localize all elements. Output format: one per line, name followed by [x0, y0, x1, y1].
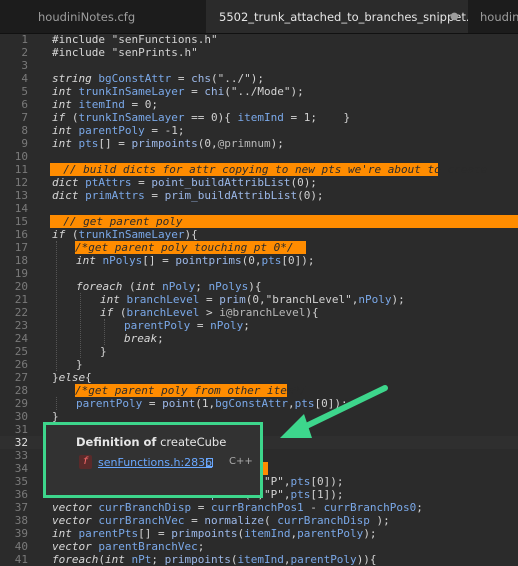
popup-heading: Definition of — [76, 435, 157, 449]
line-number: 18 — [14, 254, 28, 267]
line-number: 15 — [14, 215, 28, 228]
line-number: 21 — [14, 293, 28, 306]
line-number-current: 32 — [14, 436, 28, 449]
code-line: dict primAttrs = prim_buildAttribList(0)… — [52, 189, 324, 202]
code-line: break; — [124, 332, 164, 345]
line-number: 38 — [14, 514, 28, 527]
line-number: 1 — [21, 33, 28, 46]
code-line: vector currBranchVec = normalize( currBr… — [52, 514, 390, 527]
line-number: 41 — [14, 553, 28, 566]
line-number: 7 — [21, 111, 28, 124]
line-number: 36 — [14, 488, 28, 501]
code-line: vector currBranchDisp = currBranchPos1 -… — [52, 501, 423, 514]
language-label: C++ — [229, 456, 253, 467]
highlighted-comment: // build dicts for attr copying to new p… — [50, 163, 488, 176]
line-number: 34 — [14, 462, 28, 475]
line-number: 39 — [14, 527, 28, 540]
code-line: int pts[] = primpoints(0,@primnum); — [52, 137, 284, 150]
highlighted-comment: // get parent poly — [50, 215, 518, 228]
code-line: int itemInd = 0; — [52, 98, 158, 111]
code-line: int parentPoly = -1; — [52, 124, 185, 137]
tab-label: 5502_trunk_attached_to_branches_snippet.… — [219, 10, 468, 24]
code-line: #include "senPrints.h" — [52, 46, 198, 59]
line-number: 30 — [14, 410, 28, 423]
code-line: parentPoly = nPoly; — [124, 319, 250, 332]
code-line: } — [76, 358, 83, 371]
code-line: dict ptAttrs = point_buildAttribList(0); — [52, 176, 317, 189]
line-number: 26 — [14, 358, 28, 371]
line-number: 25 — [14, 345, 28, 358]
annotation-arrow-icon — [280, 385, 388, 438]
line-number: 20 — [14, 280, 28, 293]
line-number: 4 — [21, 72, 28, 85]
line-number: 5 — [21, 85, 28, 98]
tab-houdini[interactable]: houdini — [468, 0, 518, 33]
tab-houdininotes[interactable]: houdiniNotes.cfg — [0, 0, 206, 33]
code-line: vector parentBranchVec; — [52, 540, 205, 553]
line-number: 22 — [14, 306, 28, 319]
line-number: 14 — [14, 202, 28, 215]
line-number: 11 — [14, 163, 28, 176]
tab-bar: houdiniNotes.cfg 5502_trunk_attached_to_… — [0, 0, 518, 34]
line-number: 13 — [14, 189, 28, 202]
line-number: 16 — [14, 228, 28, 241]
line-number: 29 — [14, 397, 28, 410]
line-number: 2 — [21, 46, 28, 59]
code-line: int branchLevel = prim(0,"branchLevel",n… — [100, 293, 405, 306]
code-line: foreach (int nPoly; nPolys){ — [76, 280, 262, 293]
line-number: 31 — [14, 423, 28, 436]
line-number: 23 — [14, 319, 28, 332]
code-line: if (trunkInSameLayer == 0){ itemInd = 1;… — [52, 111, 351, 124]
line-number: 9 — [21, 137, 28, 150]
code-line: } — [100, 345, 107, 358]
line-number: 19 — [14, 267, 28, 280]
definition-popup: Definition of createCube f senFunctions.… — [43, 422, 263, 498]
popup-symbol: createCube — [160, 435, 227, 449]
unsaved-dot-icon[interactable]: ● — [450, 0, 459, 33]
line-number: 6 — [21, 98, 28, 111]
code-line: if (branchLevel > i@branchLevel){ — [100, 306, 319, 319]
line-number: 33 — [14, 449, 28, 462]
line-number: 24 — [14, 332, 28, 345]
line-number: 27 — [14, 371, 28, 384]
line-number-gutter: 1 2 3 4 5 6 7 8 9 10 11 12 13 14 15 16 1… — [0, 33, 40, 566]
line-number: 12 — [14, 176, 28, 189]
definition-link[interactable]: senFunctions.h:2836 — [98, 456, 212, 469]
highlighted-comment: /*get parent poly touching pt 0*/ — [75, 241, 306, 254]
line-number: 40 — [14, 540, 28, 553]
code-line: int nPolys[] = pointprims(0,pts[0]); — [76, 254, 315, 267]
highlighted-comment: /*get parent poly from other item*/ — [75, 384, 307, 397]
code-line: int trunkInSameLayer = chi("../Mode"); — [52, 85, 304, 98]
code-line: foreach(int nPt; primpoints(itemInd,pare… — [52, 553, 377, 566]
line-number: 8 — [21, 124, 28, 137]
line-number: 10 — [14, 150, 28, 163]
line-number: 17 — [14, 241, 28, 254]
line-number: 3 — [21, 59, 28, 72]
code-line: #include "senFunctions.h" — [52, 33, 218, 46]
line-number: 37 — [14, 501, 28, 514]
tab-snippet[interactable]: 5502_trunk_attached_to_branches_snippet.… — [206, 0, 468, 33]
line-number: 35 — [14, 475, 28, 488]
code-line: int parentPts[] = primpoints(itemInd,par… — [52, 527, 377, 540]
tab-label: houdini — [480, 10, 518, 24]
code-line: string bgConstAttr = chs("../"); — [52, 72, 264, 85]
function-kind-icon: f — [79, 455, 92, 469]
line-number: 28 — [14, 384, 28, 397]
tab-label: houdiniNotes.cfg — [38, 10, 136, 24]
open-file-icon[interactable] — [206, 458, 213, 467]
popup-title: Definition of createCube — [76, 435, 226, 449]
code-line: if (trunkInSameLayer){ — [52, 228, 198, 241]
